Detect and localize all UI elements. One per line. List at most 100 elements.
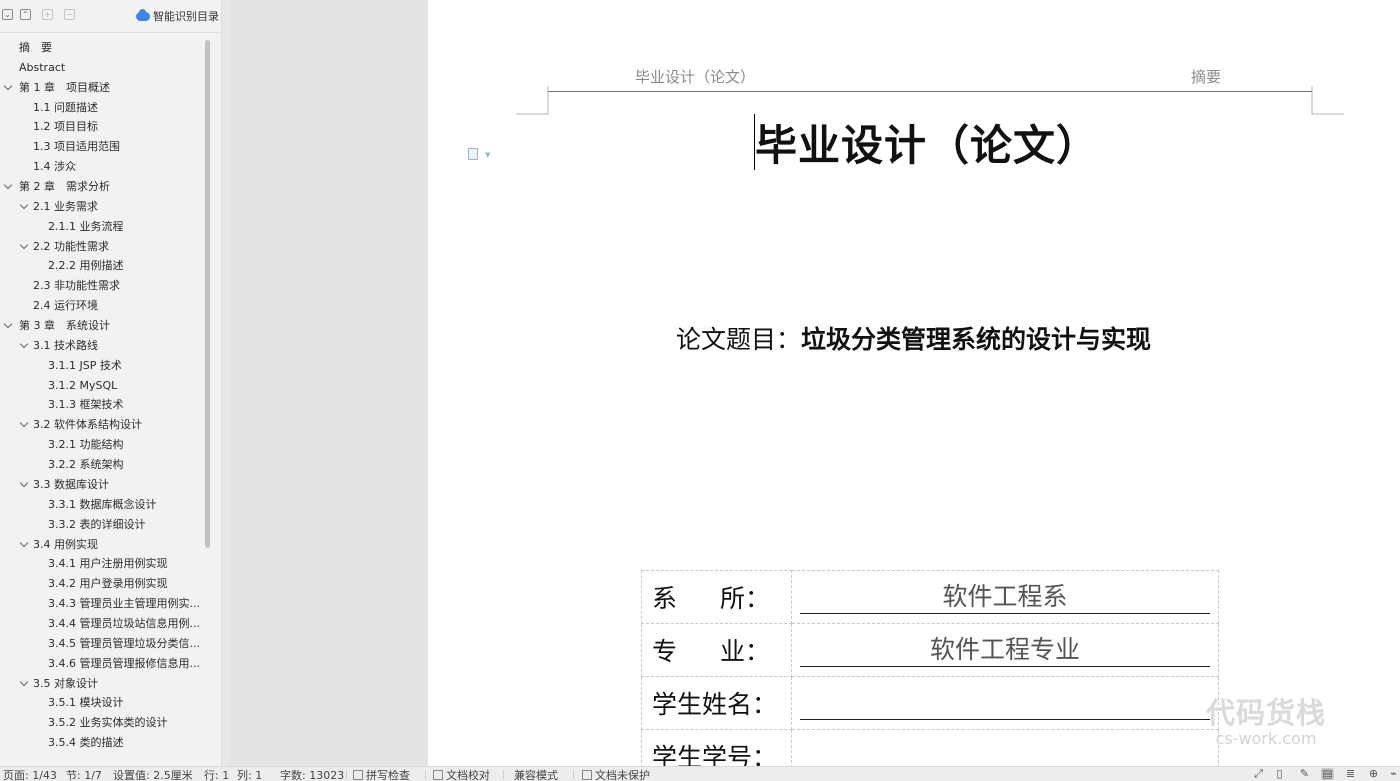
student-name-value bbox=[800, 686, 1210, 720]
toc-item[interactable]: 3.4 用例实现 bbox=[33, 535, 203, 555]
toc-item[interactable]: 2.2.2 用例描述 bbox=[48, 256, 203, 276]
chevron-down-icon[interactable] bbox=[19, 677, 29, 686]
toc-item[interactable]: 2.1.1 业务流程 bbox=[48, 217, 203, 237]
add-heading-icon[interactable]: + bbox=[42, 9, 53, 20]
chevron-down-icon[interactable] bbox=[19, 538, 29, 547]
paragraph-layout-dropdown-icon[interactable]: ▼ bbox=[485, 151, 490, 159]
outline-view-icon[interactable]: ≣ bbox=[1344, 768, 1357, 780]
student-id-label: 学生学号： bbox=[641, 729, 792, 766]
page-header-left: 毕业设计（论文） bbox=[635, 68, 756, 86]
table-row: 学生姓名： bbox=[641, 676, 1219, 730]
checkbox-icon bbox=[582, 770, 592, 780]
toc-item[interactable]: 3.3.2 表的详细设计 bbox=[48, 515, 203, 535]
navigation-pane: ⌄ ⌃ + − 智能识别目录 摘 要 Abstract 第 1 章 项目概述 1.1 … bbox=[0, 0, 222, 766]
toc-item[interactable]: 2.4 运行环境 bbox=[33, 296, 203, 316]
department-value: 软件工程系 bbox=[800, 580, 1210, 614]
toc-item[interactable]: Abstract bbox=[19, 58, 203, 78]
chevron-down-icon[interactable] bbox=[3, 319, 13, 329]
doc-proof-toggle[interactable]: 文档校对 bbox=[433, 769, 490, 781]
student-name-label: 学生姓名： bbox=[641, 676, 792, 730]
collapse-all-icon[interactable]: ⌄ bbox=[2, 9, 13, 20]
status-word-count[interactable]: 字数: 13023 bbox=[280, 769, 344, 781]
toc-item[interactable]: 3.5.4 类的描述 bbox=[48, 733, 203, 753]
toc-item[interactable]: 3.1.2 MySQL bbox=[48, 376, 203, 396]
toc-item[interactable]: 3.4.3 管理员业主管理用例实... bbox=[48, 594, 203, 614]
writing-mode-icon[interactable]: ⌁ bbox=[1387, 768, 1400, 780]
toc-item[interactable]: 3.4.6 管理员管理报修信息用... bbox=[48, 654, 203, 674]
page-view-icon[interactable]: ▤ bbox=[1321, 768, 1334, 780]
toc-item[interactable]: 3.1 技术路线 bbox=[33, 336, 203, 356]
watermark: 代码货栈 cs-work.com bbox=[1206, 695, 1326, 747]
doc-protection-toggle[interactable]: 文档未保护 bbox=[582, 769, 650, 781]
paragraph-layout-icon[interactable] bbox=[468, 148, 478, 160]
student-info-table[interactable]: 系 所： 软件工程系 专 业： 软件工程专业 学生姓名： 学生学号： bbox=[641, 570, 1219, 766]
expand-all-icon[interactable]: ⌃ bbox=[20, 9, 31, 20]
toc-item[interactable]: 2.3 非功能性需求 bbox=[33, 276, 203, 296]
thesis-topic-label: 论文题目： bbox=[676, 325, 802, 354]
status-page[interactable]: 页面: 1/43 bbox=[3, 769, 57, 781]
reading-mode-icon[interactable]: ▯ bbox=[1273, 768, 1286, 780]
toc-item[interactable]: 3.5 对象设计 bbox=[33, 674, 203, 694]
status-section: 节: 1/7 bbox=[66, 769, 102, 781]
status-divider bbox=[573, 770, 574, 780]
document-title[interactable]: 毕业设计（论文） bbox=[755, 112, 1099, 173]
toc-item[interactable]: 3.4.4 管理员垃圾站信息用例... bbox=[48, 614, 203, 634]
thesis-topic[interactable]: 论文题目：垃圾分类管理系统的设计与实现 bbox=[676, 320, 1151, 356]
status-setting[interactable]: 设置值: 2.5厘米 bbox=[113, 769, 193, 781]
status-divider bbox=[346, 770, 347, 780]
toc-item[interactable]: 第 1 章 项目概述 bbox=[19, 78, 203, 98]
toc-item[interactable]: 3.4.2 用户登录用例实现 bbox=[48, 574, 203, 594]
chevron-down-icon[interactable] bbox=[3, 81, 13, 90]
wps-writer-window: ⌄ ⌃ + − 智能识别目录 摘 要 Abstract 第 1 章 项目概述 1.1 … bbox=[0, 0, 1400, 781]
fullscreen-icon[interactable]: ⤢ bbox=[1252, 768, 1265, 780]
toc-item[interactable]: 3.3.1 数据库概念设计 bbox=[48, 495, 203, 515]
status-row: 行: 1 bbox=[204, 769, 230, 781]
toc-item[interactable]: 1.4 涉众 bbox=[33, 157, 203, 177]
nav-divider bbox=[0, 32, 222, 33]
table-row: 专 业： 软件工程专业 bbox=[641, 623, 1219, 677]
smart-toc-label: 智能识别目录 bbox=[153, 10, 219, 23]
page-header-right: 摘要 bbox=[1191, 68, 1222, 86]
toc-item[interactable]: 第 3 章 系统设计 bbox=[19, 316, 203, 336]
toc-item[interactable]: 1.3 项目适用范围 bbox=[33, 137, 203, 157]
toc-item[interactable]: 3.1.1 JSP 技术 bbox=[48, 356, 203, 376]
toc-item[interactable]: 3.5.2 业务实体类的设计 bbox=[48, 713, 203, 733]
toc-item[interactable]: 3.5.1 模块设计 bbox=[48, 693, 203, 713]
thesis-topic-value: 垃圾分类管理系统的设计与实现 bbox=[801, 325, 1152, 354]
chevron-down-icon[interactable] bbox=[19, 240, 29, 249]
student-name-value-cell[interactable] bbox=[791, 676, 1219, 730]
chevron-down-icon[interactable] bbox=[19, 478, 29, 488]
toc-item[interactable]: 第 2 章 需求分析 bbox=[19, 177, 203, 197]
toc-item[interactable]: 3.2 软件体系结构设计 bbox=[33, 415, 203, 435]
chevron-down-icon[interactable] bbox=[19, 200, 29, 210]
nav-toolbar: ⌄ ⌃ + − 智能识别目录 bbox=[0, 0, 222, 32]
major-value-cell[interactable]: 软件工程专业 bbox=[791, 623, 1219, 677]
toc-item[interactable]: 3.3 数据库设计 bbox=[33, 475, 203, 495]
toc-item[interactable]: 2.2 功能性需求 bbox=[33, 237, 203, 257]
chevron-down-icon[interactable] bbox=[19, 419, 29, 428]
department-value-cell[interactable]: 软件工程系 bbox=[791, 570, 1219, 624]
major-label: 专 业： bbox=[641, 623, 792, 677]
spell-check-toggle[interactable]: 拼写检查 bbox=[353, 769, 410, 781]
student-id-value-cell[interactable] bbox=[791, 729, 1219, 766]
toc-item[interactable]: 3.4.5 管理员管理垃圾分类信... bbox=[48, 634, 203, 654]
toc-item[interactable]: 3.2.1 功能结构 bbox=[48, 435, 203, 455]
nav-scrollbar-thumb[interactable] bbox=[205, 40, 210, 548]
header-rule bbox=[548, 91, 1312, 92]
web-view-icon[interactable]: ⊕ bbox=[1367, 768, 1380, 780]
toc-item[interactable]: 1.1 问题描述 bbox=[33, 98, 203, 118]
toc-item[interactable]: 3.1.3 框架技术 bbox=[48, 395, 203, 415]
status-bar: 页面: 1/43 节: 1/7 设置值: 2.5厘米 行: 1 列: 1 字数:… bbox=[0, 766, 1400, 781]
toc-item[interactable]: 3.2.2 系统架构 bbox=[48, 455, 203, 475]
chevron-down-icon[interactable] bbox=[19, 339, 29, 349]
chevron-down-icon[interactable] bbox=[3, 180, 13, 190]
toc-item[interactable]: 摘 要 bbox=[19, 38, 203, 58]
toc-item[interactable]: 3.4.1 用户注册用例实现 bbox=[48, 554, 203, 574]
toc-item[interactable]: 2.1 业务需求 bbox=[33, 197, 203, 217]
pen-icon[interactable]: ✎ bbox=[1298, 768, 1311, 780]
remove-heading-icon[interactable]: − bbox=[64, 9, 75, 20]
smart-toc-button[interactable]: 智能识别目录 bbox=[136, 8, 219, 24]
document-page[interactable]: 毕业设计（论文） 摘要 ▼ 毕业设计（论文） 论文题目：垃圾分类管理系统的设计与… bbox=[428, 0, 1400, 766]
toc-item[interactable]: 1.2 项目目标 bbox=[33, 117, 203, 137]
checkbox-icon bbox=[353, 770, 363, 780]
